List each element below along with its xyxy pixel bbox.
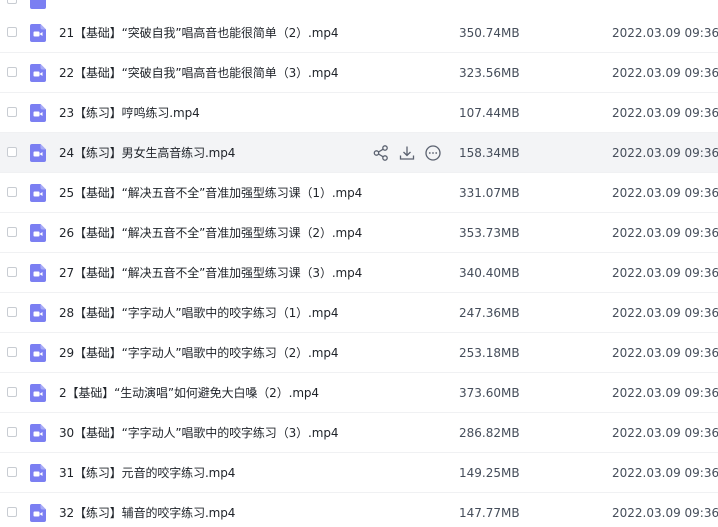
file-row[interactable]: 28【基础】“字字动人”唱歌中的咬字练习（1）.mp4 247.36MB 202… [0, 293, 718, 333]
row-checkbox[interactable] [7, 307, 17, 317]
video-file-icon [30, 264, 46, 282]
file-size: 247.36MB [459, 306, 520, 320]
file-row[interactable]: 30【基础】“字字动人”唱歌中的咬字练习（3）.mp4 286.82MB 202… [0, 413, 718, 453]
partial-row-top [0, 0, 718, 13]
file-row[interactable]: 29【基础】“字字动人”唱歌中的咬字练习（2）.mp4 253.18MB 202… [0, 333, 718, 373]
row-checkbox[interactable] [7, 147, 17, 157]
video-file-icon [30, 184, 46, 202]
file-name[interactable]: 26【基础】“解决五音不全”音准加强型练习课（2）.mp4 [59, 213, 362, 253]
row-checkbox[interactable] [7, 427, 17, 437]
file-date: 2022.03.09 09:36 [612, 346, 718, 360]
file-date: 2022.03.09 09:36 [612, 66, 718, 80]
row-checkbox[interactable] [7, 27, 17, 37]
file-date: 2022.03.09 09:36 [612, 386, 718, 400]
row-checkbox[interactable] [7, 387, 17, 397]
file-date: 2022.03.09 09:36 [612, 186, 718, 200]
video-file-icon [30, 104, 46, 122]
file-name[interactable]: 29【基础】“字字动人”唱歌中的咬字练习（2）.mp4 [59, 333, 339, 373]
file-size: 158.34MB [459, 146, 520, 160]
video-file-icon [30, 0, 46, 9]
file-size: 353.73MB [459, 226, 520, 240]
file-date: 2022.03.09 09:36 [612, 266, 718, 280]
row-checkbox[interactable] [7, 467, 17, 477]
video-file-icon [30, 224, 46, 242]
file-row[interactable]: 2【基础】“生动演唱”如何避免大白嗓（2）.mp4 373.60MB 2022.… [0, 373, 718, 413]
file-size: 147.77MB [459, 506, 520, 520]
file-date: 2022.03.09 09:36 [612, 426, 718, 440]
file-row[interactable]: 32【练习】辅音的咬字练习.mp4 147.77MB 2022.03.09 09… [0, 493, 718, 527]
row-actions [372, 144, 442, 162]
row-checkbox[interactable] [7, 227, 17, 237]
video-file-icon [30, 24, 46, 42]
file-name[interactable]: 21【基础】“突破自我”唱高音也能很简单（2）.mp4 [59, 13, 339, 53]
video-file-icon [30, 344, 46, 362]
file-name[interactable]: 2【基础】“生动演唱”如何避免大白嗓（2）.mp4 [59, 373, 319, 413]
download-icon[interactable] [398, 144, 416, 162]
file-size: 107.44MB [459, 106, 520, 120]
file-row[interactable]: 22【基础】“突破自我”唱高音也能很简单（3）.mp4 323.56MB 202… [0, 53, 718, 93]
row-checkbox[interactable] [7, 67, 17, 77]
file-size: 331.07MB [459, 186, 520, 200]
file-date: 2022.03.09 09:36 [612, 466, 718, 480]
video-file-icon [30, 64, 46, 82]
video-file-icon [30, 384, 46, 402]
file-name[interactable]: 31【练习】元音的咬字练习.mp4 [59, 453, 235, 493]
file-size: 149.25MB [459, 466, 520, 480]
more-icon[interactable] [424, 144, 442, 162]
file-date: 2022.03.09 09:36 [612, 506, 718, 520]
file-name[interactable]: 30【基础】“字字动人”唱歌中的咬字练习（3）.mp4 [59, 413, 339, 453]
file-name[interactable]: 23【练习】哼鸣练习.mp4 [59, 93, 200, 133]
share-icon[interactable] [372, 144, 390, 162]
file-date: 2022.03.09 09:36 [612, 306, 718, 320]
file-size: 286.82MB [459, 426, 520, 440]
video-file-icon [30, 424, 46, 442]
file-row[interactable]: 25【基础】“解决五音不全”音准加强型练习课（1）.mp4 331.07MB 2… [0, 173, 718, 213]
video-file-icon [30, 464, 46, 482]
file-name[interactable]: 22【基础】“突破自我”唱高音也能很简单（3）.mp4 [59, 53, 339, 93]
row-checkbox[interactable] [7, 507, 17, 517]
file-row[interactable]: 23【练习】哼鸣练习.mp4 107.44MB 2022.03.09 09:36 [0, 93, 718, 133]
file-list: 21【基础】“突破自我”唱高音也能很简单（2）.mp4 350.74MB 202… [0, 0, 718, 527]
video-file-icon [30, 504, 46, 522]
file-size: 340.40MB [459, 266, 520, 280]
file-size: 253.18MB [459, 346, 520, 360]
file-size: 350.74MB [459, 26, 520, 40]
file-size: 323.56MB [459, 66, 520, 80]
file-name[interactable]: 32【练习】辅音的咬字练习.mp4 [59, 493, 235, 527]
file-row[interactable]: 26【基础】“解决五音不全”音准加强型练习课（2）.mp4 353.73MB 2… [0, 213, 718, 253]
row-checkbox[interactable] [7, 187, 17, 197]
video-file-icon [30, 304, 46, 322]
file-row[interactable]: 27【基础】“解决五音不全”音准加强型练习课（3）.mp4 340.40MB 2… [0, 253, 718, 293]
file-name[interactable]: 28【基础】“字字动人”唱歌中的咬字练习（1）.mp4 [59, 293, 339, 333]
file-name[interactable]: 24【练习】男女生高音练习.mp4 [59, 133, 235, 173]
file-date: 2022.03.09 09:36 [612, 26, 718, 40]
file-name[interactable]: 27【基础】“解决五音不全”音准加强型练习课（3）.mp4 [59, 253, 362, 293]
row-checkbox[interactable] [7, 107, 17, 117]
file-date: 2022.03.09 09:36 [612, 146, 718, 160]
video-file-icon [30, 144, 46, 162]
row-checkbox[interactable] [7, 267, 17, 277]
file-date: 2022.03.09 09:36 [612, 106, 718, 120]
row-checkbox[interactable] [7, 347, 17, 357]
file-row[interactable]: 24【练习】男女生高音练习.mp4 158.34MB 2022.03.09 09… [0, 133, 718, 173]
file-date: 2022.03.09 09:36 [612, 226, 718, 240]
file-row[interactable]: 21【基础】“突破自我”唱高音也能很简单（2）.mp4 350.74MB 202… [0, 13, 718, 53]
file-name[interactable]: 25【基础】“解决五音不全”音准加强型练习课（1）.mp4 [59, 173, 362, 213]
file-row[interactable]: 31【练习】元音的咬字练习.mp4 149.25MB 2022.03.09 09… [0, 453, 718, 493]
row-checkbox[interactable] [7, 0, 17, 4]
file-size: 373.60MB [459, 386, 520, 400]
